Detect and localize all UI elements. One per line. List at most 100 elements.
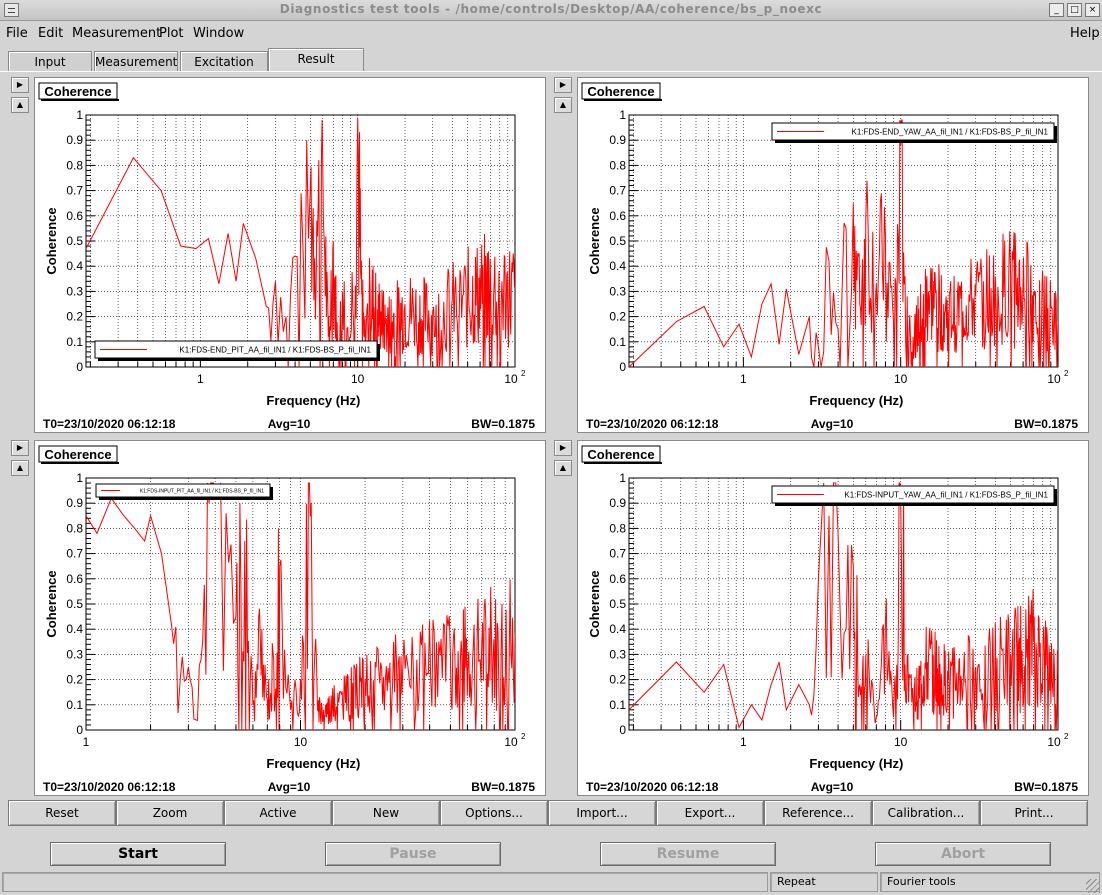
y-axis-label: Coherence <box>587 207 602 274</box>
y-tick-label: 0.1 <box>609 698 626 712</box>
coherence-chart-3[interactable]: Coherence00.10.20.30.40.50.60.70.80.911 1… <box>35 441 545 795</box>
minimize-button[interactable]: _ <box>1049 3 1064 17</box>
plot-bw-label: BW=0.1875 <box>471 417 535 431</box>
y-tick-label: 0.2 <box>609 673 626 687</box>
plot-title: Coherence <box>44 84 111 99</box>
y-tick-label: 0.4 <box>609 622 626 636</box>
menu-measurement[interactable]: Measurement <box>72 26 161 41</box>
legend-entry: K1:FDS-END_PIT_AA_fil_IN1 / K1:FDS-BS_P_… <box>179 346 371 355</box>
x-tick-label: 10 <box>894 372 908 386</box>
panel-2-up-arrow-icon[interactable]: ▲ <box>554 97 572 113</box>
plot-title-shadow <box>41 99 119 101</box>
y-tick-label: 0.8 <box>66 158 83 172</box>
pause-button[interactable]: Pause <box>325 842 501 866</box>
plot-bw-label: BW=0.1875 <box>1014 417 1078 431</box>
reference-button[interactable]: Reference... <box>764 800 872 826</box>
y-tick-label: 0.6 <box>66 209 83 223</box>
x-axis-label: Frequency (Hz) <box>809 756 903 771</box>
y-tick-label: 0.7 <box>609 184 626 198</box>
close-button[interactable]: × <box>1085 3 1100 17</box>
x-tick-label-exponent: 2 <box>521 732 526 741</box>
plot-t0-label: T0=23/10/2020 06:12:18 <box>43 780 176 794</box>
tab-excitation[interactable]: Excitation <box>180 51 268 72</box>
y-tick-label: 0.7 <box>66 547 83 561</box>
menu-file[interactable]: File <box>6 26 28 41</box>
menu-plot[interactable]: Plot <box>159 26 184 41</box>
y-tick-label: 0.2 <box>66 673 83 687</box>
x-tick-label-exponent: 2 <box>521 369 526 378</box>
plot-panel-1[interactable]: Coherence 0 0.1 0.2 0.3 0.4 0.5 0.6 0.7 0.8 0.9 1 1 1… <box>34 77 546 433</box>
active-button[interactable]: Active <box>224 800 332 826</box>
plot-bw-label: BW=0.1875 <box>471 780 535 794</box>
tab-measurement[interactable]: Measurement <box>94 51 178 72</box>
plot-panel-2[interactable]: Coherence 0 0.1 0.2 0.3 0.4 0.5 0.6 0.7 0.8 0.9 1 1 1… <box>577 77 1089 433</box>
plot-title-shadow <box>584 462 662 464</box>
plot-avg-label: Avg=10 <box>268 780 311 794</box>
y-tick-label: 0.2 <box>609 310 626 324</box>
abort-button[interactable]: Abort <box>875 842 1051 866</box>
y-tick-label: 0.3 <box>609 284 626 298</box>
y-tick-label: 0.5 <box>609 234 626 248</box>
y-tick-label: 0.3 <box>66 284 83 298</box>
y-tick-label: 0.5 <box>66 234 83 248</box>
panel-2-next-arrow-icon[interactable]: ▶ <box>554 77 572 93</box>
menu-edit[interactable]: Edit <box>38 26 63 41</box>
plot-bw-label: BW=0.1875 <box>1014 780 1078 794</box>
calibration-button[interactable]: Calibration... <box>872 800 980 826</box>
start-button[interactable]: Start <box>50 842 226 866</box>
tab-divider <box>0 71 1102 72</box>
plot-panel-3[interactable]: Coherence 0 0.1 0.2 0.3 0.4 0.5 0.6 0.7 0.8 0.9 1 1 1… <box>34 440 546 796</box>
y-axis-label: Coherence <box>44 207 59 274</box>
x-axis-label: Frequency (Hz) <box>809 393 903 408</box>
import-button[interactable]: Import... <box>548 800 656 826</box>
new-button[interactable]: New <box>332 800 440 826</box>
status-fourier-tools: Fourier tools <box>880 872 1100 892</box>
tab-input[interactable]: Input <box>8 51 92 72</box>
x-tick-label-base: 10 <box>504 735 518 749</box>
y-tick-label: 0.3 <box>609 647 626 661</box>
panel-1-next-arrow-icon[interactable]: ▶ <box>11 77 29 93</box>
panel-3-next-arrow-icon[interactable]: ▶ <box>11 440 29 456</box>
panel-1-up-arrow-icon[interactable]: ▲ <box>11 97 29 113</box>
x-axis-label: Frequency (Hz) <box>266 393 360 408</box>
x-tick-label: 1 <box>740 735 747 749</box>
panel-3-up-arrow-icon[interactable]: ▲ <box>11 460 29 476</box>
y-tick-label: 0.1 <box>609 335 626 349</box>
resume-button[interactable]: Resume <box>600 842 776 866</box>
menu-help[interactable]: Help <box>1070 26 1100 41</box>
coherence-chart-4[interactable]: Coherence 0 0.1 0.2 0.3 0.4 0.5 0.6 0.7 0.8 0.9 1 1 1… <box>578 441 1088 795</box>
maximize-button[interactable]: □ <box>1067 3 1082 17</box>
panel-4-next-arrow-icon[interactable]: ▶ <box>554 440 572 456</box>
y-tick-label: 0.9 <box>66 496 83 510</box>
tab-result[interactable]: Result <box>268 48 364 72</box>
zoom-button[interactable]: Zoom <box>116 800 224 826</box>
x-tick-label-base: 10 <box>1047 735 1061 749</box>
y-tick-label: 1 <box>619 471 626 485</box>
export-button[interactable]: Export... <box>656 800 764 826</box>
plot-panel-4[interactable]: Coherence 0 0.1 0.2 0.3 0.4 0.5 0.6 0.7 0.8 0.9 1 1 1… <box>577 440 1089 796</box>
status-repeat: Repeat <box>770 872 878 892</box>
resize-grip-icon[interactable] <box>1086 879 1100 893</box>
x-tick-label: 1 <box>83 735 90 749</box>
coherence-chart-1[interactable]: Coherence 0 0.1 0.2 0.3 0.4 0.5 0.6 0.7 0.8 0.9 1 1 1… <box>35 78 545 432</box>
plot-avg-label: Avg=10 <box>811 780 854 794</box>
y-tick-label: 1 <box>76 471 83 485</box>
x-tick-label-base: 10 <box>504 372 518 386</box>
tab-bar: Input Measurement Excitation Result <box>0 48 1102 72</box>
menu-window[interactable]: Window <box>193 26 244 41</box>
panel-4-up-arrow-icon[interactable]: ▲ <box>554 460 572 476</box>
plot-title-shadow <box>41 462 119 464</box>
window-titlebar[interactable]: Diagnostics test tools - /home/controls/… <box>0 0 1102 21</box>
options-button[interactable]: Options... <box>440 800 548 826</box>
print-button[interactable]: Print... <box>980 800 1088 826</box>
coherence-chart-2[interactable]: Coherence 0 0.1 0.2 0.3 0.4 0.5 0.6 0.7 0.8 0.9 1 1 1… <box>578 78 1088 432</box>
y-tick-label: 0.6 <box>609 572 626 586</box>
y-tick-label: 0.7 <box>66 184 83 198</box>
reset-button[interactable]: Reset <box>8 800 116 826</box>
y-axis-label: Coherence <box>587 570 602 637</box>
y-tick-label: 0.6 <box>609 209 626 223</box>
y-tick-label: 0.8 <box>609 158 626 172</box>
x-tick-label: 10 <box>294 735 308 749</box>
x-axis-label: Frequency (Hz) <box>266 756 360 771</box>
legend-entry: K1:FDS-INPUT_PIT_AA_fil_IN1 / K1:FDS-BS_… <box>140 489 264 495</box>
